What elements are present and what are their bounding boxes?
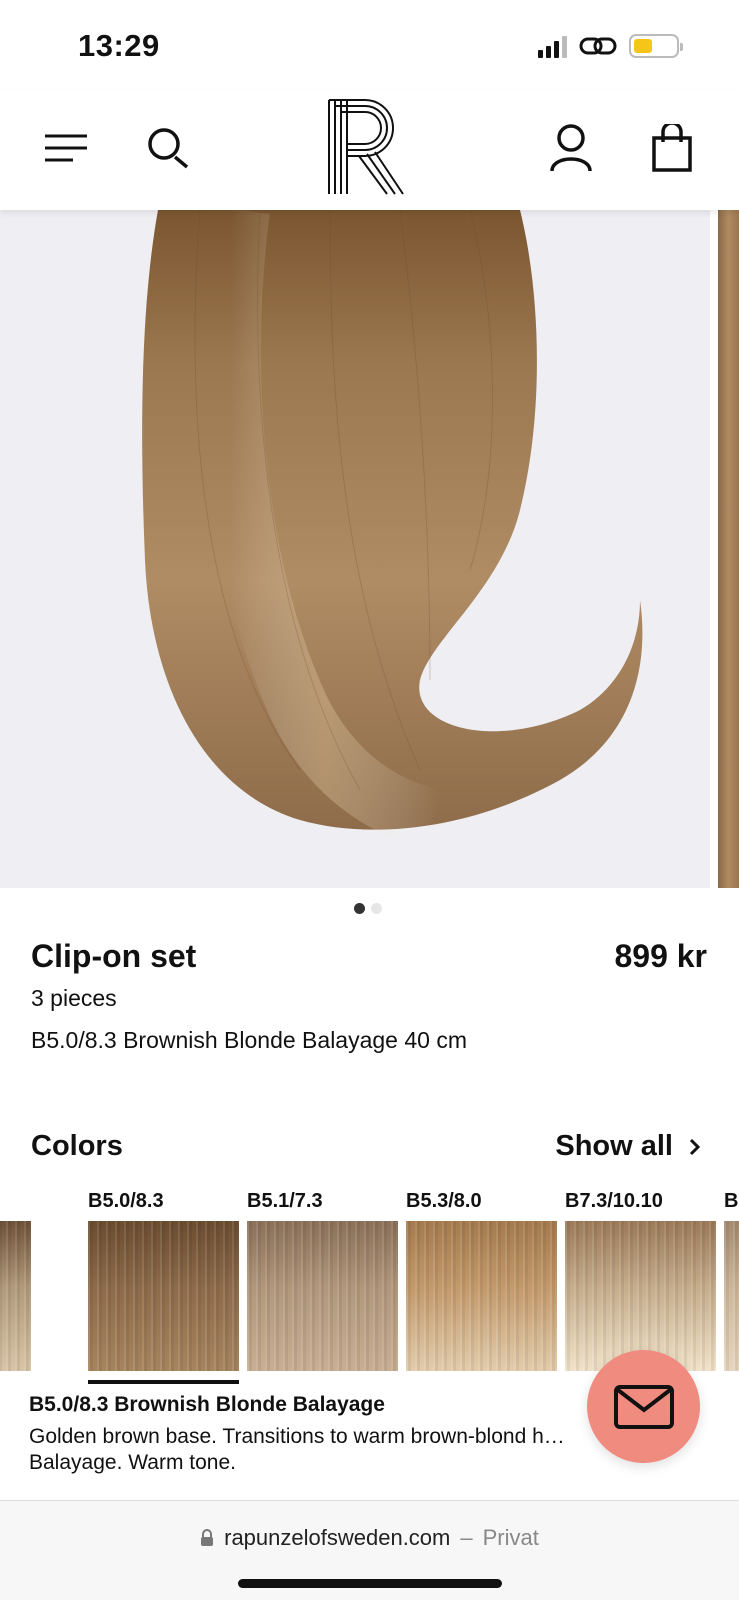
cart-button[interactable] <box>644 120 700 176</box>
product-image[interactable] <box>0 210 710 888</box>
swatch-image <box>406 1221 557 1371</box>
address-bar[interactable]: rapunzelofsweden.com – Privat <box>0 1525 739 1551</box>
brand-logo[interactable] <box>325 98 409 203</box>
status-bar: 13:29 <box>0 0 739 90</box>
url-separator: – <box>460 1525 473 1550</box>
hair-extension-image <box>142 210 643 850</box>
product-variant: B5.0/8.3 Brownish Blonde Balayage 40 cm <box>31 1027 467 1053</box>
cellular-signal-icon <box>538 34 567 58</box>
browsing-mode: Privat <box>482 1525 539 1550</box>
search-icon <box>148 128 189 169</box>
show-all-label: Show all <box>555 1130 673 1162</box>
chevron-right-icon <box>689 1138 701 1155</box>
browser-bar: rapunzelofsweden.com – Privat <box>0 1500 739 1600</box>
gallery-dots <box>354 903 382 914</box>
swatch-code: B5.3/8.0 <box>406 1190 482 1212</box>
gallery-dot-2[interactable] <box>371 903 382 914</box>
account-icon <box>550 124 592 172</box>
swatch-code: B7.3/10.10 <box>565 1190 663 1212</box>
menu-icon <box>45 134 87 162</box>
product-price: 899 kr <box>614 938 707 974</box>
swatch-image <box>0 1221 31 1371</box>
mail-icon <box>613 1384 674 1429</box>
url-domain: rapunzelofsweden.com <box>224 1525 451 1550</box>
selected-underline <box>88 1380 239 1384</box>
swatch-image <box>247 1221 398 1371</box>
site-header <box>0 90 739 210</box>
product-title: Clip-on set <box>31 938 197 974</box>
status-icons <box>538 34 683 58</box>
swatch-code: B5.0/8.3 <box>88 1190 164 1212</box>
home-indicator[interactable] <box>238 1579 502 1588</box>
swatch-code: B7 <box>724 1190 739 1212</box>
swatch-image <box>565 1221 716 1371</box>
menu-button[interactable] <box>38 120 94 176</box>
selected-color-description: Golden brown base. Transitions to warm b… <box>29 1425 565 1474</box>
status-time: 13:29 <box>78 28 160 63</box>
contact-chat-button[interactable] <box>587 1350 700 1463</box>
next-image-peek[interactable] <box>718 210 739 888</box>
account-button[interactable] <box>543 120 599 176</box>
battery-icon <box>629 34 683 58</box>
swatch-code: B5.1/7.3 <box>247 1190 323 1212</box>
colors-heading: Colors <box>31 1130 123 1162</box>
product-pieces: 3 pieces <box>31 985 117 1011</box>
lock-icon <box>201 1529 214 1546</box>
selected-color-name: B5.0/8.3 Brownish Blonde Balayage <box>29 1393 385 1416</box>
battery-fill <box>634 39 652 53</box>
swatch-image <box>88 1221 239 1371</box>
search-button[interactable] <box>140 120 196 176</box>
shopping-bag-icon <box>652 124 692 172</box>
brand-logo-r <box>328 99 404 195</box>
swatch-image <box>724 1221 739 1371</box>
show-all-link[interactable]: Show all <box>555 1130 701 1163</box>
link-icon <box>579 37 617 55</box>
gallery-dot-1[interactable] <box>354 903 365 914</box>
